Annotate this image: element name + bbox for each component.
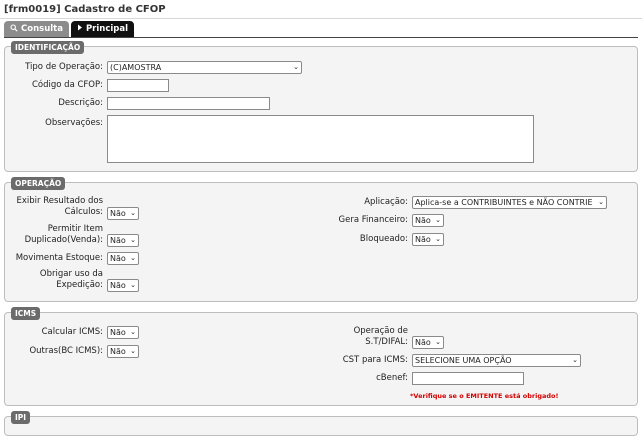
chevron-down-icon: ⌄ <box>598 198 604 206</box>
chevron-down-icon: ⌄ <box>130 209 136 217</box>
section-ipi: IPI <box>4 411 638 436</box>
operacao-st-difal-select[interactable]: Não ⌄ <box>412 336 444 349</box>
exibir-resultado-select[interactable]: Não ⌄ <box>107 207 139 220</box>
movimenta-estoque-value: Não <box>110 254 126 263</box>
window-title: [frm0019] Cadastro de CFOP <box>4 4 166 15</box>
aplicacao-value: Aplica-se a CONTRIBUINTES e NÃO CONTRIE <box>415 198 593 207</box>
legend-operacao: OPERAÇÃO <box>11 177 66 190</box>
aplicacao-select[interactable]: Aplica-se a CONTRIBUINTES e NÃO CONTRIE … <box>412 196 607 209</box>
tipo-operacao-select[interactable]: (C)AMOSTRA ⌄ <box>107 61 302 74</box>
emitente-warning: *Verifique se o EMITENTE está obrigado! <box>410 392 559 400</box>
calcular-icms-label: Calcular ICMS: <box>41 327 103 337</box>
chevron-down-icon: ⌄ <box>130 328 136 336</box>
chevron-down-icon: ⌄ <box>435 338 441 346</box>
exibir-resultado-label-line2: Cálculos: <box>64 207 103 217</box>
observacoes-textarea[interactable] <box>107 115 534 163</box>
outras-bc-icms-select[interactable]: Não ⌄ <box>107 345 139 358</box>
play-icon <box>77 24 83 34</box>
calcular-icms-select[interactable]: Não ⌄ <box>107 326 139 339</box>
chevron-down-icon: ⌄ <box>293 63 299 71</box>
outras-bc-icms-label: Outras(BC ICMS): <box>29 346 103 356</box>
chevron-down-icon: ⌄ <box>130 281 136 289</box>
gera-financeiro-select[interactable]: Não ⌄ <box>412 214 444 227</box>
movimenta-estoque-label: Movimenta Estoque: <box>15 253 103 263</box>
chevron-down-icon: ⌄ <box>435 235 441 243</box>
chevron-down-icon: ⌄ <box>130 347 136 355</box>
descricao-input[interactable] <box>107 97 270 110</box>
calcular-icms-value: Não <box>110 328 126 337</box>
cst-icms-label: CST para ICMS: <box>342 355 408 365</box>
aplicacao-label: Aplicação: <box>364 197 408 207</box>
tipo-operacao-label: Tipo de Operação: <box>25 62 103 72</box>
operacao-st-difal-label-line2: S.T/DIFAL: <box>365 337 408 347</box>
chevron-down-icon: ⌄ <box>435 216 441 224</box>
cst-icms-value: SELECIONE UMA OPÇÃO <box>415 356 512 365</box>
obrigar-expedicao-value: Não <box>110 281 126 290</box>
permitir-duplicado-value: Não <box>110 236 126 245</box>
tab-principal[interactable]: Principal <box>70 21 135 37</box>
outras-bc-icms-value: Não <box>110 347 126 356</box>
exibir-resultado-label-line1: Exibir Resultado dos <box>16 196 103 206</box>
bloqueado-label: Bloqueado: <box>359 234 408 244</box>
chevron-down-icon: ⌄ <box>572 356 578 364</box>
obrigar-expedicao-label-line2: Expedição: <box>56 280 103 290</box>
bloqueado-value: Não <box>415 235 431 244</box>
permitir-duplicado-label-line2: Duplicado(Venda): <box>24 235 103 245</box>
exibir-resultado-value: Não <box>110 209 126 218</box>
obrigar-expedicao-label: Obrigar uso da Expedição: <box>5 269 103 291</box>
descricao-label: Descrição: <box>58 98 103 108</box>
operacao-st-difal-value: Não <box>415 338 431 347</box>
operacao-st-difal-label-line1: Operação de <box>353 326 408 336</box>
cbenef-label: cBenef: <box>376 373 408 383</box>
bloqueado-select[interactable]: Não ⌄ <box>412 233 444 246</box>
title-divider <box>0 18 642 19</box>
operacao-st-difal-label: Operação de S.T/DIFAL: <box>305 326 408 348</box>
codigo-cfop-label: Código da CFOP: <box>31 80 103 90</box>
legend-identificacao: IDENTIFICAÇÃO <box>11 41 85 54</box>
gera-financeiro-label: Gera Financeiro: <box>338 215 408 225</box>
search-icon <box>10 23 18 35</box>
tab-bar: Consulta Principal <box>4 21 135 37</box>
obrigar-expedicao-select[interactable]: Não ⌄ <box>107 279 139 292</box>
permitir-duplicado-label-line1: Permitir Item <box>47 224 103 234</box>
cbenef-input[interactable] <box>412 372 524 385</box>
section-identificacao: IDENTIFICAÇÃO Tipo de Operação: (C)AMOST… <box>4 41 638 172</box>
section-operacao: OPERAÇÃO Exibir Resultado dos Cálculos: … <box>4 177 638 302</box>
permitir-duplicado-select[interactable]: Não ⌄ <box>107 234 139 247</box>
obrigar-expedicao-label-line1: Obrigar uso da <box>39 269 103 279</box>
section-icms: ICMS Calcular ICMS: Não ⌄ Outras(BC ICMS… <box>4 307 638 406</box>
legend-icms: ICMS <box>11 307 41 320</box>
movimenta-estoque-select[interactable]: Não ⌄ <box>107 252 139 265</box>
gera-financeiro-value: Não <box>415 216 431 225</box>
exibir-resultado-label: Exibir Resultado dos Cálculos: <box>5 196 103 218</box>
permitir-duplicado-label: Permitir Item Duplicado(Venda): <box>5 224 103 246</box>
tab-consulta[interactable]: Consulta <box>4 21 69 37</box>
tab-consulta-label: Consulta <box>21 24 63 34</box>
chevron-down-icon: ⌄ <box>130 236 136 244</box>
cst-icms-select[interactable]: SELECIONE UMA OPÇÃO ⌄ <box>412 354 581 367</box>
tab-underline <box>4 37 638 38</box>
tipo-operacao-value: (C)AMOSTRA <box>110 63 162 72</box>
legend-ipi: IPI <box>11 411 31 424</box>
codigo-cfop-input[interactable] <box>107 79 169 92</box>
tab-principal-label: Principal <box>85 24 129 34</box>
chevron-down-icon: ⌄ <box>130 254 136 262</box>
observacoes-label: Observações: <box>45 118 103 128</box>
